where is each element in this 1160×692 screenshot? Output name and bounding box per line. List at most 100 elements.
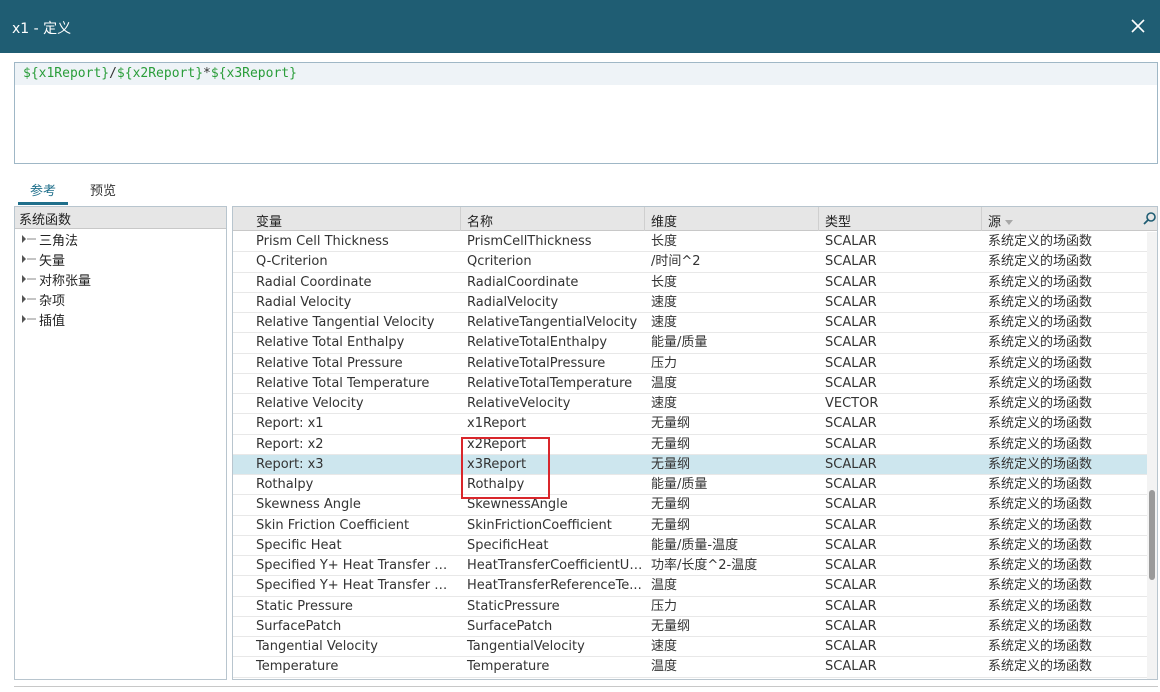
cell-name: x2Report <box>467 436 527 452</box>
cell-dimension: 无量纲 <box>651 416 691 432</box>
close-icon[interactable] <box>1126 14 1150 38</box>
table-row[interactable]: Rothalpy Rothalpy 能量/质量 SCALAR 系统定义的场函数 <box>233 475 1149 496</box>
tree-item-label: 矢量 <box>39 253 66 269</box>
table-row[interactable]: Relative Total Temperature RelativeTotalT… <box>233 374 1149 394</box>
cell-dimension: 长度 <box>651 234 678 249</box>
cell-dimension: 速度 <box>651 315 678 330</box>
cell-name: SurfacePatch <box>467 618 553 634</box>
cell-dimension: 能量/质量-温度 <box>651 537 739 553</box>
cell-dimension: 无量纲 <box>651 497 691 513</box>
table-row[interactable]: Specified Y+ Heat Transfer Ref... HeatTra… <box>233 576 1149 597</box>
expand-icon[interactable] <box>21 233 39 245</box>
table-row[interactable]: Temperature Temperature 温度 SCALAR 系统定义的场函数 <box>233 657 1149 678</box>
grid-header: 变量 名称 维度 类型 源 <box>233 207 1157 231</box>
tree-item[interactable]: 杂项 <box>15 289 226 309</box>
cell-type: SCALAR <box>825 335 877 351</box>
column-header-name[interactable]: 名称 <box>461 207 645 231</box>
tree-item-label: 对称张量 <box>39 273 92 289</box>
table-row[interactable]: Report: x3 x3Report 无量纲 SCALAR 系统定义的场函数 <box>233 454 1149 475</box>
expression-token-var: ${x3Report} <box>210 66 297 81</box>
cell-type: SCALAR <box>825 598 877 614</box>
expression-editor[interactable]: ${x1Report}/${x2Report}*${x3Report} <box>14 62 1158 164</box>
table-row[interactable]: Relative Velocity RelativeVelocity 速度 VECTO… <box>233 394 1149 415</box>
cell-source: 系统定义的场函数 <box>988 497 1093 513</box>
cell-type: SCALAR <box>825 436 877 452</box>
cell-dimension: 能量/质量 <box>651 335 708 351</box>
column-header-label: 源 <box>988 215 1002 230</box>
cell-source: 系统定义的场函数 <box>988 254 1093 270</box>
cell-type: VECTOR <box>825 396 879 411</box>
table-row[interactable]: Radial Velocity RadialVelocity 速度 SCALAR 系统定… <box>233 293 1149 313</box>
table-row[interactable]: Relative Total Enthalpy RelativeTotalEnth… <box>233 333 1149 354</box>
table-row[interactable]: Specified Y+ Heat Transfer Coe... HeatTra… <box>233 556 1149 577</box>
table-row[interactable]: Skewness Angle SkewnessAngle 无量纲 SCALAR 系统定义… <box>233 495 1149 516</box>
table-row[interactable]: Prism Cell Thickness PrismCellThickness 长度… <box>233 232 1149 253</box>
tree-item[interactable]: 对称张量 <box>15 269 226 289</box>
table-row[interactable]: Q-Criterion Qcriterion/时间^2 SCALAR 系统定义的场函数 <box>233 252 1149 273</box>
cell-name: Temperature <box>467 659 550 675</box>
cell-variable: Specified Y+ Heat Transfer Ref... <box>256 578 454 594</box>
expand-icon[interactable] <box>21 253 39 265</box>
tree-item[interactable]: 三角法 <box>15 229 226 249</box>
column-header-dimension[interactable]: 维度 <box>645 207 819 231</box>
cell-variable: Static Pressure <box>256 598 353 614</box>
table-row[interactable]: SurfacePatch SurfacePatch 无量纲 SCALAR 系统定义的场函… <box>233 617 1149 637</box>
search-icon[interactable] <box>1143 211 1157 229</box>
window-title: x1 - 定义 <box>12 21 72 37</box>
cell-name: HeatTransferReferenceTe... <box>467 578 642 594</box>
title-bar: x1 - 定义 <box>0 0 1160 53</box>
cell-variable: Report: x3 <box>256 456 324 472</box>
table-row[interactable]: Tangential Velocity TangentialVelocity 速度 S… <box>233 637 1149 658</box>
tab-bar: 参考 预览 <box>14 176 1158 206</box>
table-row[interactable]: Report: x2 x2Report 无量纲 SCALAR 系统定义的场函数 <box>233 435 1149 455</box>
expand-icon[interactable] <box>21 313 39 325</box>
scrollbar-thumb[interactable] <box>1149 490 1155 580</box>
tree-item[interactable]: 插值 <box>15 309 226 329</box>
expression-token-operator: / <box>109 66 117 81</box>
cell-dimension: 无量纲 <box>651 517 691 533</box>
cell-source: 系统定义的场函数 <box>988 639 1093 654</box>
cell-type: SCALAR <box>825 234 877 249</box>
cell-variable: Report: x2 <box>256 436 324 452</box>
cell-name: Qcriterion <box>467 254 532 270</box>
cell-type: SCALAR <box>825 477 877 492</box>
column-header-label: 类型 <box>825 215 852 230</box>
cell-type: SCALAR <box>825 497 877 513</box>
tree-item[interactable]: 矢量 <box>15 249 226 269</box>
expression-line[interactable]: ${x1Report}/${x2Report}*${x3Report} <box>15 63 1157 85</box>
expand-icon[interactable] <box>21 273 39 285</box>
column-header-variable[interactable]: 变量 <box>250 207 461 231</box>
expand-icon[interactable] <box>21 293 39 305</box>
divider <box>14 686 1158 687</box>
table-row[interactable]: Skin Friction Coefficient SkinFrictionCoe… <box>233 516 1149 536</box>
table-row[interactable]: Relative Total Pressure RelativeTotalPres… <box>233 354 1149 374</box>
table-row[interactable]: Radial Coordinate RadialCoordinate 长度 SCALA… <box>233 273 1149 293</box>
tab-preview[interactable]: 预览 <box>90 178 116 204</box>
table-row[interactable]: Report: x1 x1Report 无量纲 SCALAR 系统定义的场函数 <box>233 414 1149 435</box>
grid-body: Prism Cell Thickness PrismCellThickness 长度… <box>233 232 1149 678</box>
cell-name: RelativeTangentialVelocity <box>467 315 638 330</box>
cell-type: SCALAR <box>825 517 877 533</box>
cell-name: SkewnessAngle <box>467 497 568 513</box>
table-row[interactable]: Specific Heat SpecificHeat 能量/质量-温度 SCALAR 系… <box>233 536 1149 556</box>
tab-reference[interactable]: 参考 <box>17 178 69 205</box>
column-header-source[interactable]: 源 <box>982 207 1142 231</box>
cell-dimension: 温度 <box>651 375 678 391</box>
column-header-type[interactable]: 类型 <box>819 207 982 231</box>
cell-source: 系统定义的场函数 <box>988 355 1093 371</box>
expression-token-var: ${x1Report} <box>23 66 110 81</box>
cell-source: 系统定义的场函数 <box>988 335 1093 351</box>
vertical-scrollbar[interactable] <box>1147 232 1157 679</box>
cell-type: SCALAR <box>825 639 877 654</box>
table-row[interactable]: Static Pressure StaticPressure 压力 SCALAR 系统定… <box>233 597 1149 617</box>
cell-source: 系统定义的场函数 <box>988 294 1093 310</box>
cell-type: SCALAR <box>825 274 877 290</box>
tree-item-label: 插值 <box>39 313 66 329</box>
cell-source: 系统定义的场函数 <box>988 537 1093 553</box>
column-header-label: 名称 <box>467 215 494 230</box>
cell-variable: Radial Coordinate <box>256 274 372 290</box>
cell-name: x3Report <box>467 456 527 472</box>
cell-source: 系统定义的场函数 <box>988 315 1093 330</box>
table-row[interactable]: Relative Tangential Velocity RelativeTang… <box>233 313 1149 334</box>
cell-dimension: 压力 <box>651 598 678 614</box>
